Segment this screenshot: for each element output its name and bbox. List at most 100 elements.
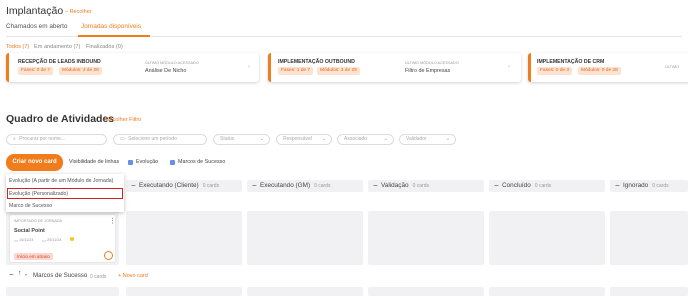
- last-module-label: ÚLTIMO: [665, 65, 680, 69]
- marcos-checkbox[interactable]: [170, 160, 175, 165]
- status-select[interactable]: Status ⌄: [213, 134, 270, 145]
- card-menu-icon[interactable]: ⋮: [109, 217, 116, 225]
- success-row-title: Marcos de Sucesso: [33, 272, 88, 279]
- phases-badge: Fases: 0 de 3: [537, 67, 573, 75]
- column-header: − Concluído 0 cards: [489, 180, 605, 192]
- sort-arrow-icon[interactable]: ↑: [18, 270, 22, 277]
- column-count: 0 cards: [314, 183, 331, 189]
- chevron-down-icon[interactable]: ▾: [25, 272, 27, 277]
- activity-card[interactable]: IMPORTADO DE JORNADA ⋮ Social Point ▭ 15…: [9, 214, 116, 263]
- collapse-column-icon[interactable]: −: [494, 181, 499, 191]
- priority-icon: [70, 237, 74, 241]
- last-module-value: Análise De Nicho: [145, 68, 187, 74]
- journey-title: RECEPÇÃO DE LEADS INBOUND: [18, 59, 101, 65]
- responsavel-select-label: Responsável: [283, 136, 312, 142]
- journey-card[interactable]: RECEPÇÃO DE LEADS INBOUND Fases: 0 de 7 …: [6, 53, 259, 82]
- search-icon: ⌕: [13, 136, 16, 142]
- create-card-button[interactable]: Criar novo card: [6, 154, 63, 171]
- calendar-icon: ▭: [42, 238, 47, 243]
- column-title: Executando (Cliente): [139, 182, 199, 189]
- journey-title: IMPLEMENTAÇÃO DE CRM: [537, 59, 605, 65]
- create-card-dropdown: Evolução (A partir de um Módulo de Jorna…: [6, 174, 124, 212]
- modules-badge: Módulos: 4 de 26: [59, 67, 102, 75]
- tab-chamados[interactable]: Chamados em aberto: [6, 23, 67, 30]
- search-input[interactable]: ⌕ Procurar por nome...: [6, 134, 107, 145]
- collapse-column-icon[interactable]: −: [131, 181, 136, 191]
- column-header: − Executando (Cliente) 0 cards: [126, 180, 242, 192]
- row-body: [489, 287, 605, 296]
- column-header: − Executando (GM) 0 cards: [247, 180, 363, 192]
- collapse-filter-link[interactable]: – Recolher Filtro: [101, 117, 141, 123]
- collapse-column-icon[interactable]: −: [615, 181, 620, 191]
- journey-card[interactable]: IMPLEMENTAÇÃO OUTBOUND Fases: 1 de 7 Mód…: [268, 53, 521, 82]
- column-count: 0 cards: [652, 183, 669, 189]
- chevron-down-icon: ⌄: [445, 136, 450, 142]
- visibility-label: Visibilidade de linhas: [69, 159, 120, 165]
- chevron-down-icon: ⌄: [321, 136, 326, 142]
- success-row-count: 0 cards: [90, 274, 107, 280]
- card-accent-bar: [528, 53, 531, 82]
- column-header: − Ignorado 0 cards: [610, 180, 688, 192]
- calendar-icon: ▭: [120, 136, 125, 142]
- column-count: 0 cards: [534, 183, 552, 189]
- card-accent-bar: [268, 53, 271, 82]
- column-count: 0 cards: [202, 183, 220, 189]
- column-header: − Validação 0 cards: [368, 180, 484, 192]
- avatar: [104, 251, 113, 260]
- tab-jornadas[interactable]: Jornadas disponíveis: [81, 23, 141, 30]
- status-badge: Início em atraso: [14, 253, 53, 260]
- chevron-down-icon: ⌄: [259, 136, 264, 142]
- highlight-box: [7, 188, 123, 199]
- column-count: 0 cards: [412, 183, 429, 189]
- card-start-date: 15/11/24: [19, 238, 34, 242]
- row-body: [368, 287, 484, 296]
- row-body: [247, 287, 363, 296]
- modules-badge: Módulos: 0 de 28: [578, 67, 621, 75]
- evolucao-checkbox-label: Evolução: [136, 159, 159, 165]
- associado-select[interactable]: Associado ⌄: [337, 134, 394, 145]
- responsavel-select[interactable]: Responsável ⌄: [276, 134, 332, 145]
- collapse-row-icon[interactable]: −: [9, 270, 14, 279]
- collapse-header-link[interactable]: – Recolher: [65, 9, 92, 15]
- card-accent-bar: [6, 53, 9, 82]
- subtab-finalizados[interactable]: Finalizados (0): [86, 44, 123, 50]
- row-body: [6, 287, 119, 296]
- evolucao-checkbox[interactable]: [128, 160, 133, 165]
- dropdown-item-evolucao-jornada[interactable]: Evolução (A partir de um Módulo de Jorna…: [9, 178, 113, 184]
- modules-badge: Módulos: 3 de 29: [317, 67, 360, 75]
- validador-select-label: Validador: [406, 136, 427, 142]
- column-body: [610, 211, 688, 265]
- row-body: [610, 287, 688, 296]
- last-module-value: Filtro de Empresas: [405, 68, 451, 74]
- validador-select[interactable]: Validador ⌄: [399, 134, 456, 145]
- column-body: [489, 211, 605, 265]
- chevron-right-icon[interactable]: ›: [248, 64, 250, 70]
- journey-card[interactable]: IMPLEMENTAÇÃO DE CRM Fases: 0 de 3 Módul…: [528, 53, 688, 82]
- column-body: [368, 211, 484, 265]
- new-card-link[interactable]: + Novo card: [118, 273, 148, 279]
- active-tab-underline: [78, 35, 150, 37]
- associado-select-label: Associado: [344, 136, 368, 142]
- collapse-column-icon[interactable]: −: [373, 181, 378, 191]
- board-title: Quadro de Atividades: [6, 113, 115, 125]
- card-title: Social Point: [14, 228, 45, 234]
- marcos-checkbox-label: Marcos de Sucesso: [178, 159, 226, 165]
- collapse-column-icon[interactable]: −: [252, 181, 257, 191]
- column-body: [247, 211, 363, 265]
- phases-badge: Fases: 0 de 7: [18, 67, 54, 75]
- period-picker[interactable]: ▭ Selecione um período: [113, 134, 207, 145]
- dropdown-item-marco-sucesso[interactable]: Marco de Sucesso: [9, 203, 52, 209]
- journey-title: IMPLEMENTAÇÃO OUTBOUND: [278, 59, 355, 65]
- subtab-em-andamento[interactable]: Em andamento (7): [34, 44, 80, 50]
- card-end-date: 20/11/24: [47, 238, 62, 242]
- search-placeholder: Procurar por nome...: [19, 136, 66, 142]
- subtab-todos[interactable]: Todos (7): [6, 44, 29, 50]
- chevron-right-icon[interactable]: ›: [508, 64, 510, 70]
- page-title: Implantação: [6, 5, 64, 17]
- column-title: Validação: [381, 182, 409, 189]
- status-select-label: Status: [220, 136, 235, 142]
- column-body: [126, 211, 242, 265]
- last-module-label: ÚLTIMO MÓDULO ACESSADO: [405, 61, 459, 65]
- card-type-label: IMPORTADO DE JORNADA: [14, 219, 63, 223]
- row-body: [126, 287, 242, 296]
